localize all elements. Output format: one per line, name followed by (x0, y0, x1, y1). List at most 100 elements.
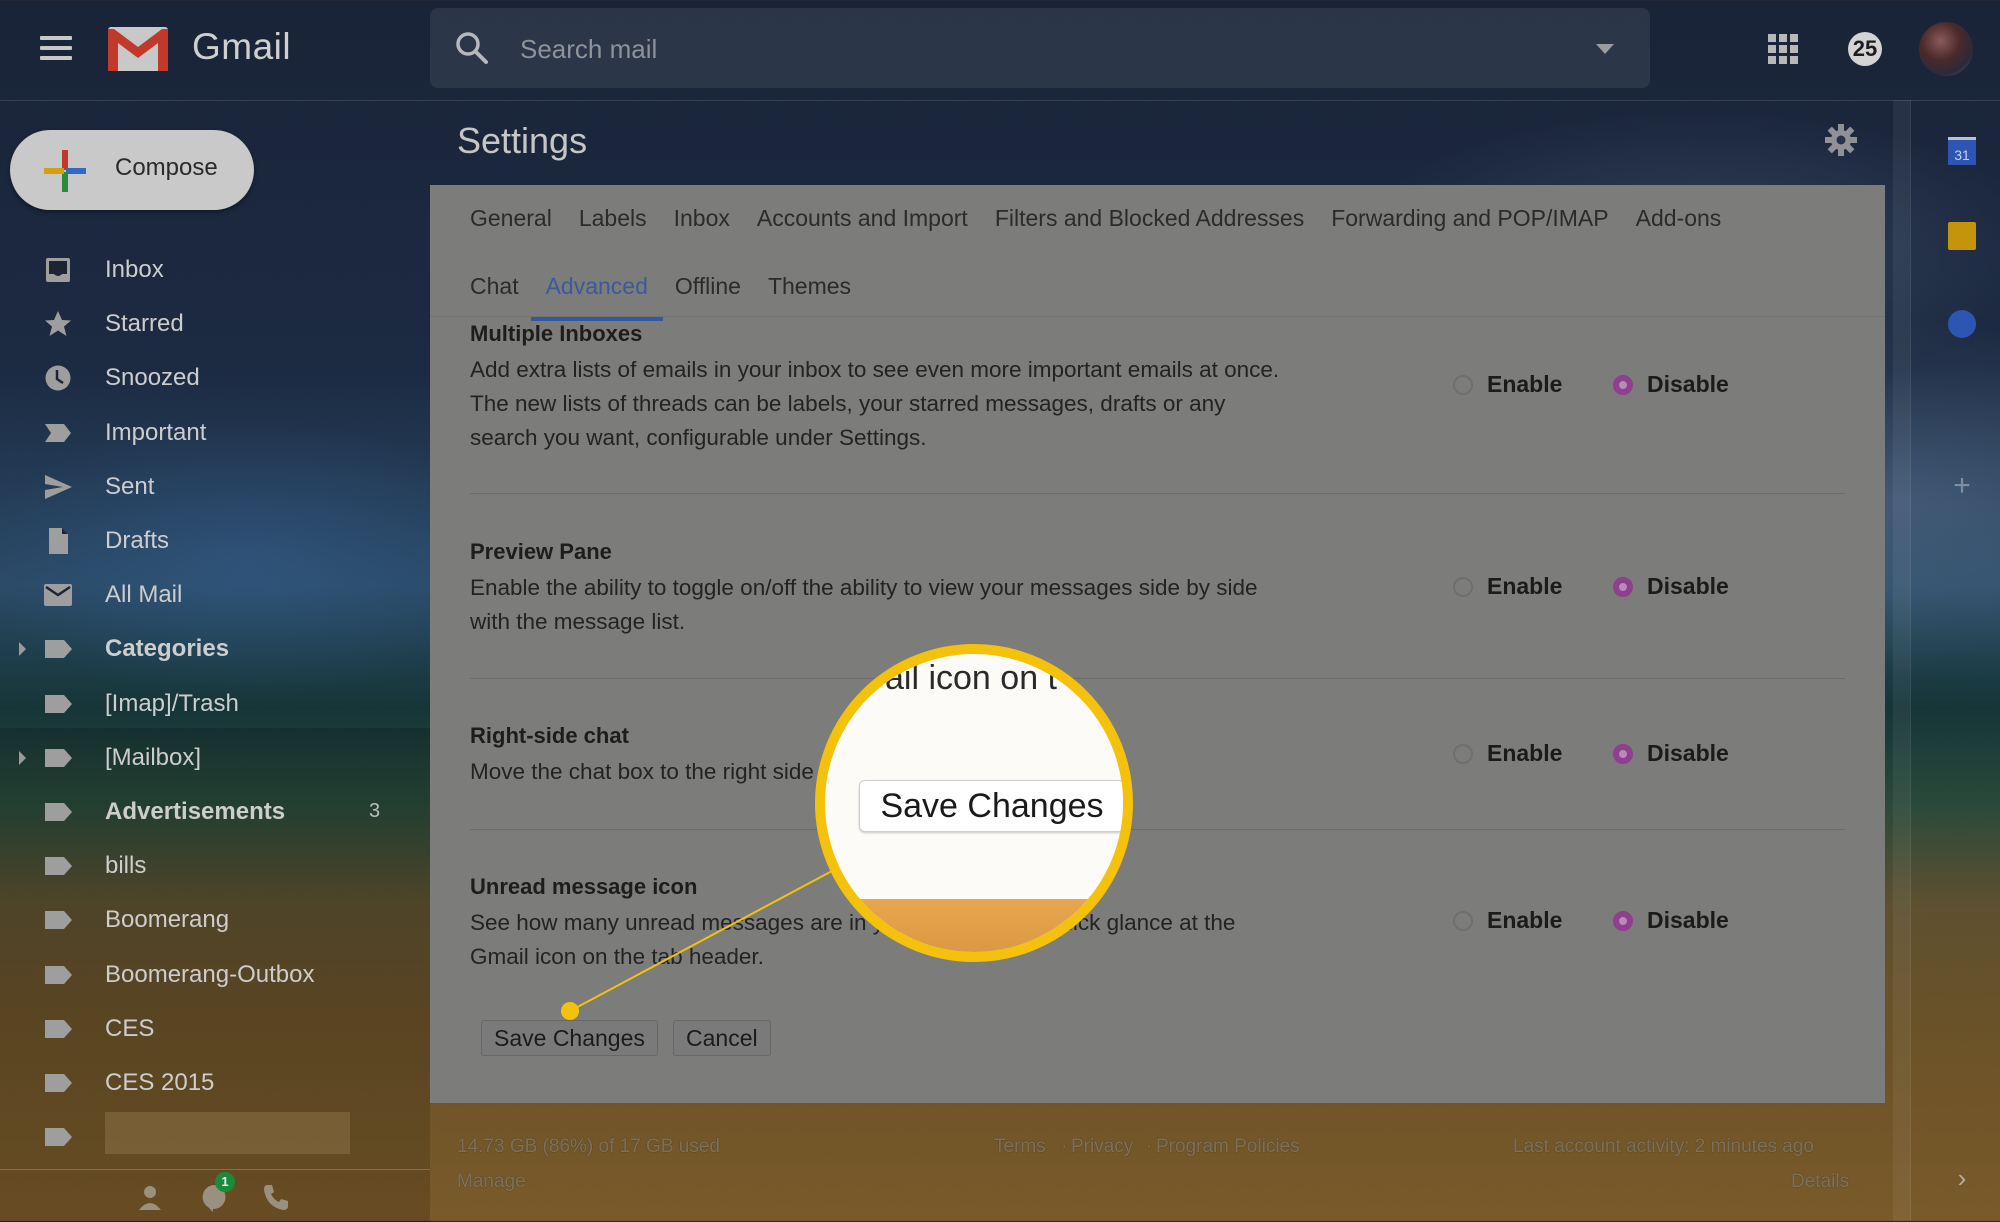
tab-accounts-and-import[interactable]: Accounts and Import (757, 205, 968, 232)
sidebar-item-ces[interactable]: CES (0, 1005, 420, 1053)
tab-chat[interactable]: Chat (470, 273, 519, 300)
sidebar-item-label: Starred (105, 310, 184, 338)
radio-group-right-side-chat: Enable Disable (1453, 740, 1773, 770)
sidebar-item-label: [Mailbox] (105, 743, 202, 771)
last-account-activity: Last account activity: 2 minutes ago (1513, 1136, 1814, 1157)
sidebar-item-label: Inbox (105, 256, 164, 283)
account-avatar[interactable] (1919, 22, 1973, 76)
radio-circle[interactable] (1613, 576, 1633, 597)
label-icon (45, 803, 72, 821)
tasks-icon[interactable] (1948, 310, 1976, 338)
radio-label: Disable (1647, 907, 1729, 933)
label-icon (45, 1128, 72, 1147)
tab-add-ons[interactable]: Add-ons (1636, 205, 1722, 232)
tab-general[interactable]: General (470, 205, 552, 232)
radio-circle[interactable] (1613, 374, 1633, 395)
terms-link[interactable]: Terms (994, 1136, 1046, 1158)
sidebar-item-label: Boomerang (105, 906, 230, 934)
radio-circle[interactable] (1453, 374, 1473, 395)
disable-radio[interactable]: Disable (1613, 740, 1729, 767)
settings-gear-icon[interactable] (1825, 124, 1857, 156)
sidebar-item-snoozed[interactable]: Snoozed (0, 354, 420, 402)
enable-radio[interactable]: Enable (1453, 907, 1562, 934)
label-icon (45, 640, 72, 659)
label-icon (45, 911, 72, 930)
label-icon (45, 1019, 72, 1038)
tab-advanced[interactable]: Advanced (530, 273, 664, 321)
sidebar-item-label: Important (105, 418, 207, 446)
add-addon-icon[interactable]: + (1948, 471, 1976, 501)
sidebar-item-starred[interactable]: Starred (0, 300, 420, 348)
enable-radio[interactable]: Enable (1453, 573, 1562, 600)
tabs-divider (430, 316, 1885, 317)
search-options-caret-icon[interactable] (1596, 44, 1614, 54)
sidebar-item-boomerang-outbox[interactable]: Boomerang-Outbox (0, 951, 420, 999)
sidebar-item-important[interactable]: Important (0, 409, 420, 457)
sidebar-item-boomerang[interactable]: Boomerang (0, 896, 420, 944)
radio-group-preview-pane: Enable Disable (1453, 573, 1773, 603)
manage-storage-link[interactable]: Manage (457, 1171, 526, 1193)
sidebar-item-advertisements[interactable]: Advertisements 3 (0, 788, 420, 836)
hamburger-menu-icon[interactable] (40, 36, 72, 60)
expand-side-panel-icon[interactable]: › (1948, 1164, 1976, 1192)
program-policies-link[interactable]: Program Policies (1156, 1136, 1300, 1158)
privacy-link[interactable]: Privacy (1071, 1136, 1133, 1158)
keep-icon[interactable] (1948, 222, 1976, 250)
sidebar-item-drafts[interactable]: Drafts (0, 517, 420, 565)
disable-radio[interactable]: Disable (1613, 907, 1729, 934)
radio-label: Enable (1487, 740, 1563, 766)
tab-offline[interactable]: Offline (675, 273, 741, 300)
clock-icon (45, 365, 71, 391)
radio-circle[interactable] (1453, 576, 1473, 597)
enable-radio[interactable]: Enable (1453, 740, 1562, 767)
activity-details-link[interactable]: Details (1791, 1171, 1849, 1193)
magnified-save-changes-button[interactable]: Save Changes (859, 780, 1123, 832)
radio-circle[interactable] (1453, 910, 1473, 931)
tab-labels[interactable]: Labels (579, 205, 647, 232)
sidebar-item-all-mail[interactable]: All Mail (0, 571, 420, 619)
compose-label: Compose (115, 154, 218, 181)
search-input[interactable] (518, 26, 1522, 72)
apps-grid-icon[interactable] (1768, 34, 1798, 64)
disable-radio[interactable]: Disable (1613, 371, 1729, 398)
footer-separator: · (1146, 1136, 1153, 1157)
sidebar-item-inbox[interactable]: Inbox (0, 246, 420, 294)
cancel-button[interactable]: Cancel (673, 1020, 771, 1056)
blurred-label (105, 1112, 350, 1154)
search-icon[interactable] (454, 30, 490, 66)
section-divider (470, 829, 1845, 830)
compose-button[interactable]: Compose (10, 130, 254, 210)
setting-description: Add extra lists of emails in your inbox … (470, 357, 1280, 450)
radio-group-unread-message-icon: Enable Disable (1453, 907, 1773, 937)
sidebar-item-categories[interactable]: Categories (0, 625, 420, 673)
search-bar[interactable] (430, 8, 1650, 88)
contacts-icon[interactable] (135, 1182, 165, 1212)
expand-arrow-icon[interactable] (19, 642, 26, 657)
enable-radio[interactable]: Enable (1453, 371, 1562, 398)
main-scrollbar[interactable] (1893, 100, 1910, 1221)
expand-arrow-icon[interactable] (19, 750, 26, 765)
tab-themes[interactable]: Themes (768, 273, 851, 300)
radio-label: Enable (1487, 907, 1563, 933)
sidebar-item-ces-2015[interactable]: CES 2015 (0, 1059, 420, 1107)
sidebar-item-sent[interactable]: Sent (0, 463, 420, 511)
radio-circle[interactable] (1613, 910, 1633, 931)
tab-inbox[interactable]: Inbox (674, 205, 730, 232)
disable-radio[interactable]: Disable (1613, 573, 1729, 600)
radio-circle[interactable] (1613, 743, 1633, 764)
radio-circle[interactable] (1453, 743, 1473, 764)
gmail-brand-text[interactable]: Gmail (192, 26, 291, 68)
phone-icon[interactable] (261, 1182, 291, 1212)
sidebar-item-mailbox[interactable]: [Mailbox] (0, 734, 420, 782)
mail-icon (44, 584, 72, 607)
sidebar-item-bills[interactable]: bills (0, 842, 420, 890)
notifications-badge[interactable]: 25 (1848, 32, 1882, 66)
gmail-logo-icon[interactable] (106, 25, 170, 73)
sidebar-item-label: Sent (105, 472, 155, 500)
tab-forwarding-and-pop-imap[interactable]: Forwarding and POP/IMAP (1331, 205, 1608, 232)
save-changes-button[interactable]: Save Changes (481, 1020, 658, 1056)
setting-description: Enable the ability to toggle on/off the … (470, 575, 1258, 634)
tab-filters-and-blocked-addresses[interactable]: Filters and Blocked Addresses (995, 205, 1304, 232)
sidebar-item-imap-trash[interactable]: [Imap]/Trash (0, 680, 420, 728)
calendar-icon[interactable]: 31 (1948, 137, 1976, 165)
